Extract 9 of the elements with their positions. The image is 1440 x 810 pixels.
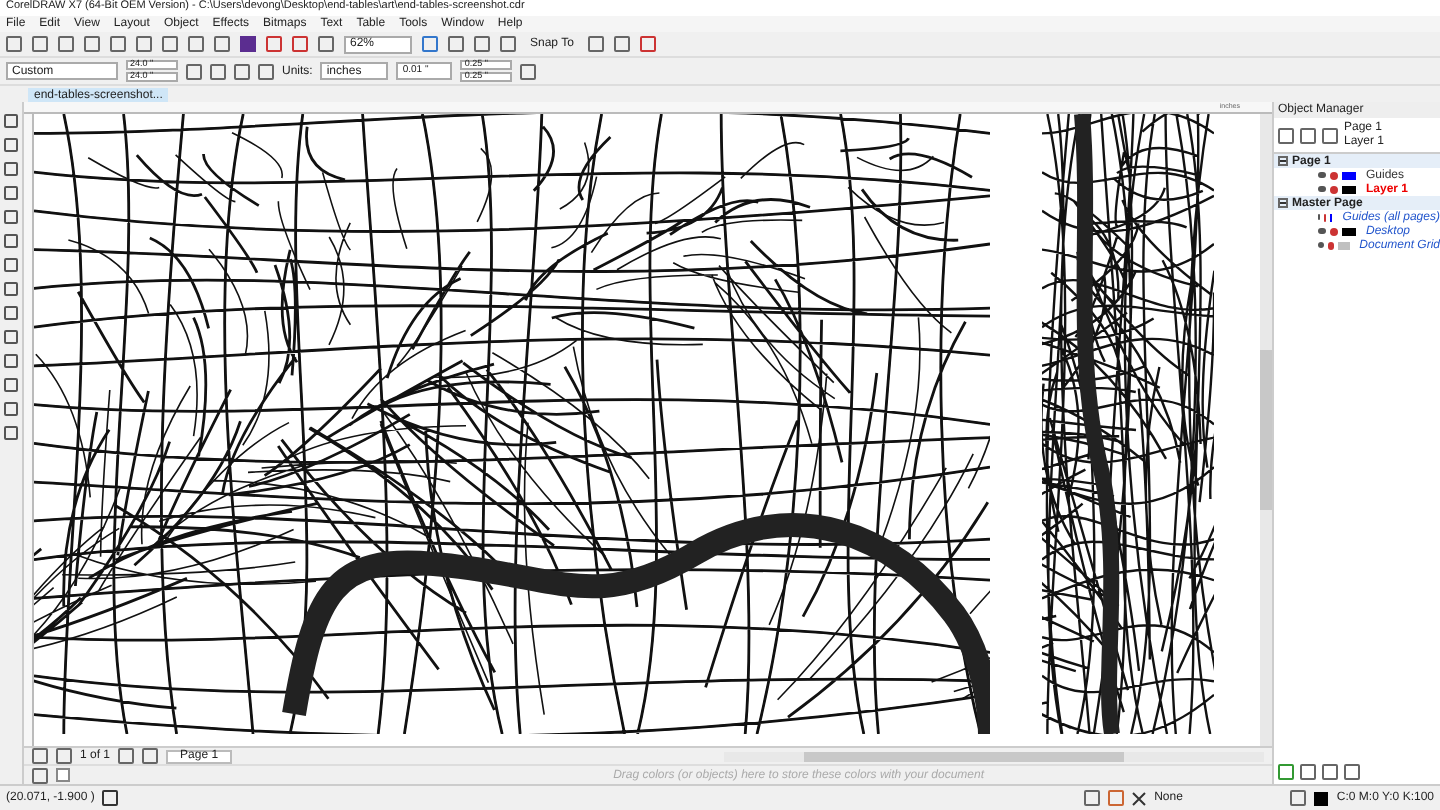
no-fill-icon [1132,791,1147,805]
expand-icon[interactable] [1278,198,1288,208]
no-color-swatch[interactable] [56,768,70,782]
outline-color-swatch [1314,791,1329,805]
scrollbar-thumb[interactable] [804,751,1124,761]
expand-icon[interactable] [1278,156,1288,166]
vertical-scrollbar[interactable] [1260,114,1272,746]
scrollbar-thumb[interactable] [1260,350,1272,510]
horizontal-scrollbar[interactable] [724,751,1264,761]
